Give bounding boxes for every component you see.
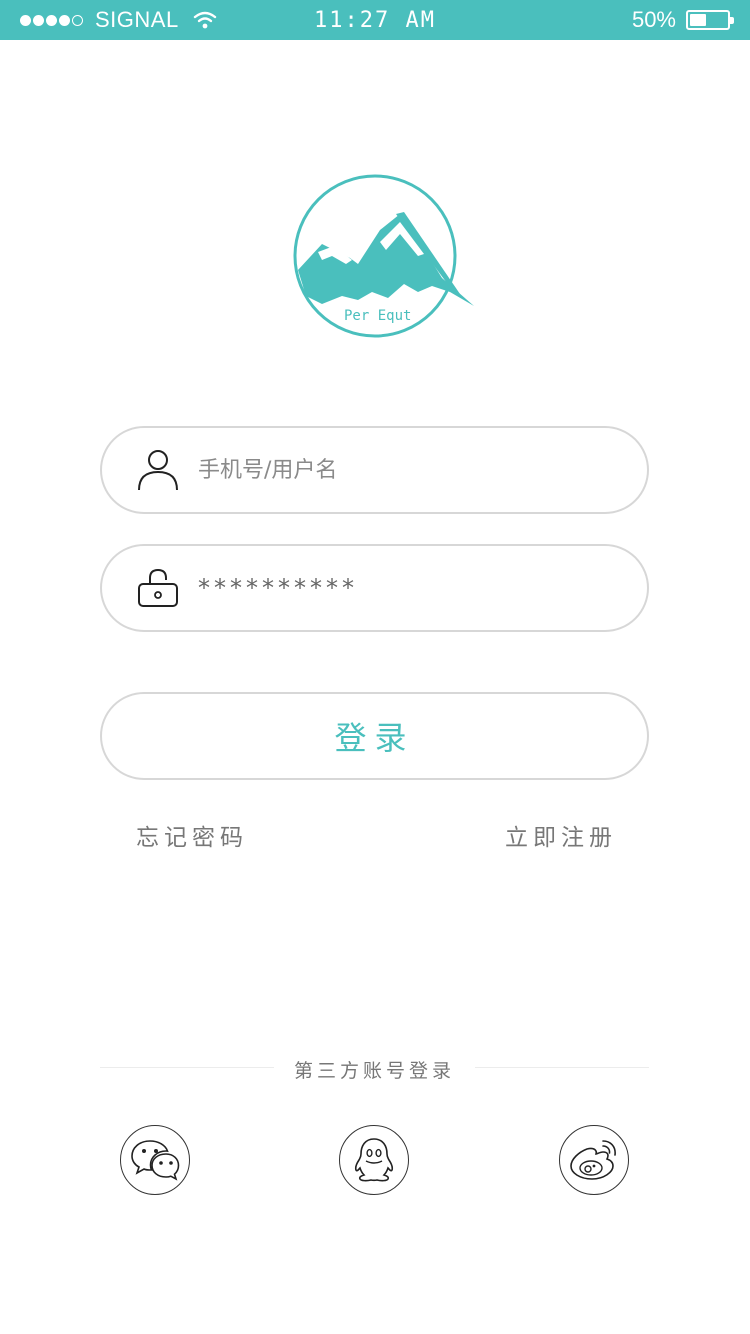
qq-login-button[interactable] [339, 1125, 409, 1195]
register-link[interactable]: 立即注册 [505, 818, 617, 852]
login-button[interactable]: 登录 [100, 692, 649, 780]
qq-icon [354, 1138, 394, 1182]
wechat-login-button[interactable] [120, 1125, 190, 1195]
weibo-icon [570, 1140, 616, 1180]
user-icon [136, 448, 180, 492]
battery-fill [690, 14, 706, 26]
status-left: SIGNAL [20, 7, 217, 33]
username-input[interactable] [198, 457, 578, 483]
divider-right [475, 1067, 649, 1068]
password-field[interactable] [100, 544, 649, 632]
wechat-icon [131, 1140, 180, 1181]
wifi-icon [193, 11, 216, 29]
divider-left [100, 1067, 274, 1068]
forgot-password-link[interactable]: 忘记密码 [136, 818, 248, 852]
username-field[interactable] [100, 426, 649, 514]
app-logo: Per Equt [293, 174, 474, 338]
weibo-login-button[interactable] [559, 1125, 629, 1195]
carrier-label: SIGNAL [95, 7, 179, 32]
status-right: 50% [631, 7, 734, 33]
status-bar: SIGNAL 11:27 AM 50% [0, 0, 750, 40]
battery-percent: 50% [631, 7, 676, 32]
signal-strength-icon [20, 14, 85, 26]
battery-icon [686, 10, 734, 30]
third-party-label: 第三方账号登录 [293, 1060, 455, 1082]
logo-text: Per Equt [344, 308, 411, 324]
password-input[interactable] [198, 574, 578, 602]
lock-icon [136, 566, 180, 610]
